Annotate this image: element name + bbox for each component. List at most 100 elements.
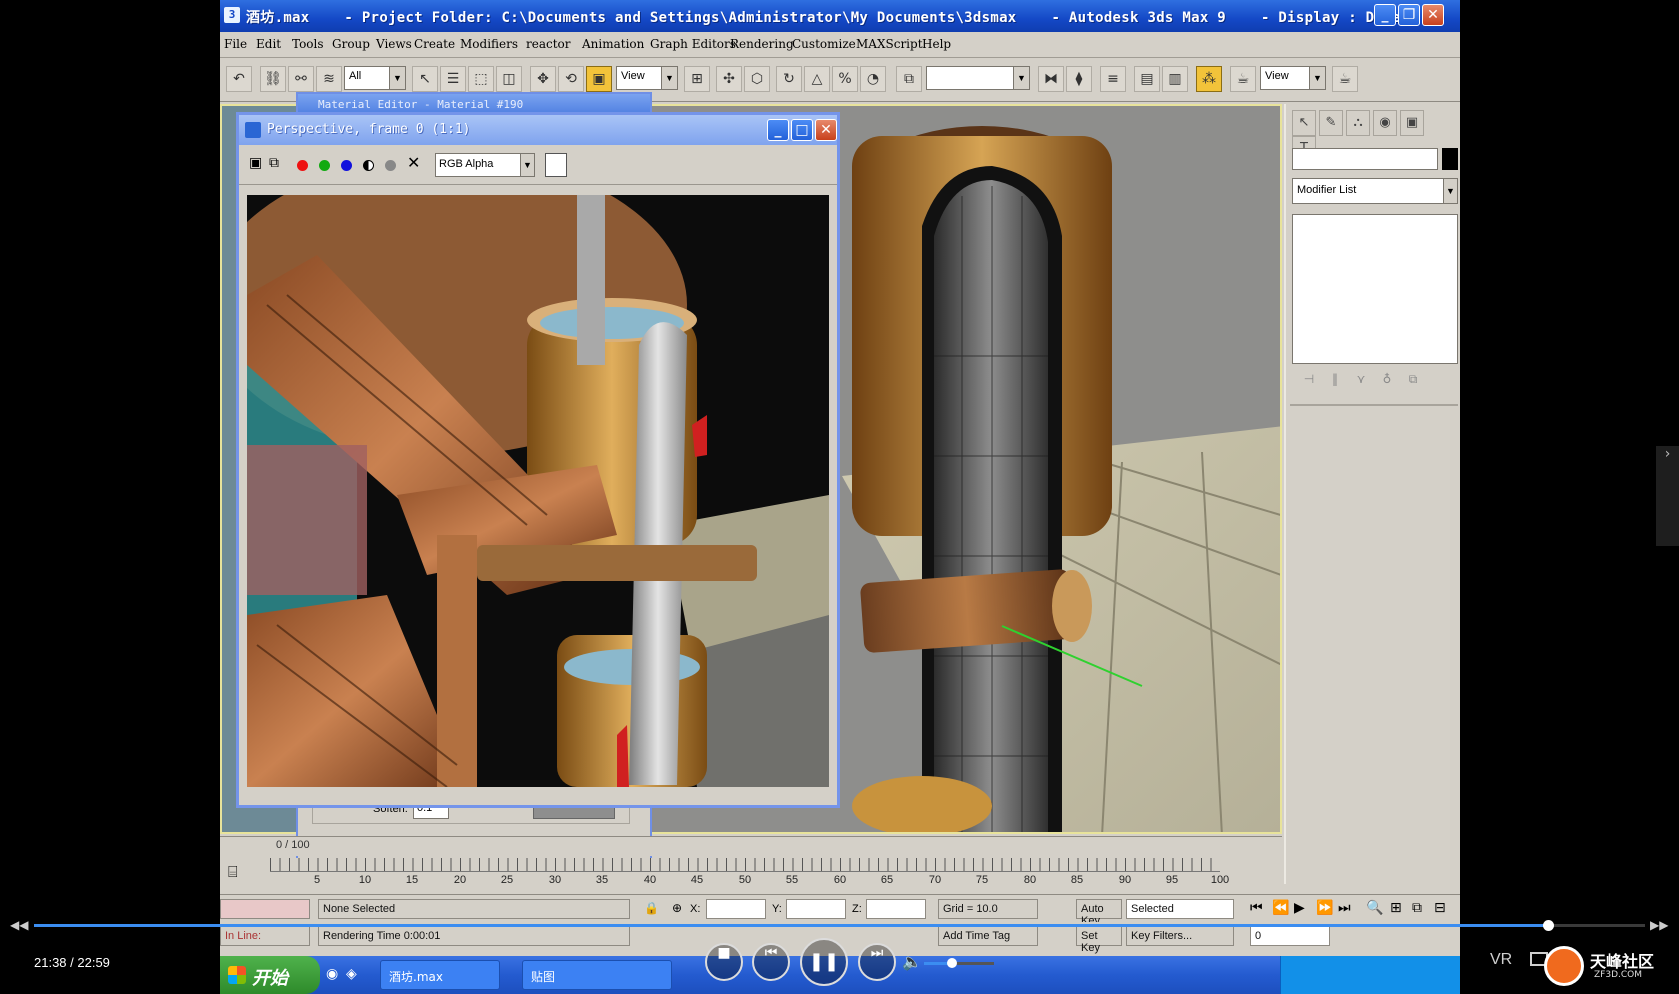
volume-icon[interactable]: 🔈	[902, 952, 922, 971]
menu-reactor[interactable]: reactor	[526, 37, 571, 51]
close-button[interactable]: ✕	[815, 119, 837, 141]
save-bitmap-icon[interactable]: ▣	[249, 155, 262, 171]
rewind-icon[interactable]: ◀◀	[10, 918, 28, 932]
menu-group[interactable]: Group	[332, 37, 370, 51]
select-link-icon[interactable]: ⛓	[260, 66, 286, 92]
x-coordinate-field[interactable]	[706, 899, 766, 919]
pivot-center-icon[interactable]: ⊞	[684, 66, 710, 92]
minimize-button[interactable]: _	[767, 119, 789, 141]
named-selection-dropdown[interactable]: ▼	[926, 66, 1030, 90]
window-crossing-icon[interactable]: ◫	[496, 66, 522, 92]
edit-named-selection-icon[interactable]: ⧉	[896, 66, 922, 92]
rendered-frame-window[interactable]: Perspective, frame 0 (1:1) _ □ ✕ ▣ ⧉ ✕ R…	[236, 112, 840, 808]
menu-maxscript[interactable]: MAXScript	[856, 37, 923, 51]
curve-editor-icon[interactable]: ▤	[1134, 66, 1160, 92]
restore-button[interactable]: ❐	[1398, 4, 1420, 26]
seek-bar-knob[interactable]	[1543, 920, 1555, 931]
display-tab-icon[interactable]: ▣	[1400, 110, 1424, 136]
render-type-dropdown[interactable]: View ▼	[1260, 66, 1326, 90]
mirror-icon[interactable]: ⧓	[1038, 66, 1064, 92]
quicklaunch-icon[interactable]: ◉	[326, 966, 338, 982]
remove-modifier-icon[interactable]: ♁	[1374, 372, 1400, 386]
go-to-end-icon[interactable]: ⏭	[1338, 900, 1351, 916]
spinner-snap-icon[interactable]: ◔	[860, 66, 886, 92]
side-panel-toggle[interactable]: ›	[1656, 446, 1679, 546]
move-icon[interactable]: ✥	[530, 66, 556, 92]
maximize-button[interactable]: □	[791, 119, 813, 141]
vr-button[interactable]: VR	[1490, 951, 1512, 969]
angle-snap-icon[interactable]: △	[804, 66, 830, 92]
lock-selection-icon[interactable]: 🔒	[644, 901, 659, 915]
pin-stack-icon[interactable]: ⊣	[1296, 372, 1322, 386]
volume-knob[interactable]	[947, 958, 957, 968]
monochrome-icon[interactable]	[385, 160, 396, 171]
menu-animation[interactable]: Animation	[582, 37, 644, 51]
bind-space-warp-icon[interactable]: ≋	[316, 66, 342, 92]
add-time-tag-button[interactable]: Add Time Tag	[938, 926, 1038, 946]
menu-tools[interactable]: Tools	[292, 37, 324, 51]
current-frame-field[interactable]: 0	[1250, 926, 1330, 946]
taskbar-item-folder[interactable]: 贴图	[522, 960, 672, 990]
zoom-extents-all-icon[interactable]: ⊟	[1434, 900, 1446, 916]
percent-snap-icon[interactable]: %	[832, 66, 858, 92]
quicklaunch-icon[interactable]: ◈	[346, 966, 357, 982]
create-tab-icon[interactable]: ↖	[1292, 110, 1316, 136]
next-frame-icon[interactable]: ⏩	[1316, 900, 1333, 916]
zoom-extents-icon[interactable]: ⧉	[1412, 900, 1422, 916]
rotate-icon[interactable]: ⟲	[558, 66, 584, 92]
unlink-icon[interactable]: ⚯	[288, 66, 314, 92]
show-end-result-icon[interactable]: ‖	[1322, 372, 1348, 386]
pause-button[interactable]: ❚❚	[800, 938, 848, 986]
modify-tab-icon[interactable]: ✎	[1319, 110, 1343, 136]
menu-help[interactable]: Help	[922, 37, 951, 51]
play-icon[interactable]: ▶	[1294, 900, 1305, 916]
stop-button[interactable]: ■	[705, 943, 743, 981]
seek-bar[interactable]	[34, 920, 1645, 931]
set-key-button[interactable]: Set Key	[1076, 926, 1122, 954]
maxscript-mini-listener[interactable]	[220, 899, 310, 919]
align-icon[interactable]: ⧫	[1066, 66, 1092, 92]
menu-create[interactable]: Create	[414, 37, 455, 51]
pixel-color-swatch[interactable]	[545, 153, 567, 177]
menu-modifiers[interactable]: Modifiers	[460, 37, 518, 51]
alpha-channel-icon[interactable]	[363, 160, 374, 171]
rectangular-selection-icon[interactable]: ⬚	[468, 66, 494, 92]
select-by-name-icon[interactable]: ☰	[440, 66, 466, 92]
object-name-field[interactable]	[1292, 148, 1438, 170]
motion-tab-icon[interactable]: ◉	[1373, 110, 1397, 136]
render-scene-icon[interactable]: ☕	[1230, 66, 1256, 92]
modifier-list-dropdown[interactable]: Modifier List ▼	[1292, 178, 1458, 204]
time-slider[interactable]: 0 / 100	[220, 836, 1282, 856]
start-button[interactable]: 开始	[220, 956, 320, 994]
menu-rendering[interactable]: Rendering	[730, 37, 794, 51]
fast-forward-icon[interactable]: ▶▶	[1650, 918, 1668, 932]
configure-modifier-sets-icon[interactable]: ⧉	[1400, 372, 1426, 387]
snap-toggle-icon[interactable]: ↻	[776, 66, 802, 92]
quick-render-icon[interactable]: ☕	[1332, 66, 1358, 92]
selection-filter-dropdown[interactable]: All ▼	[344, 66, 406, 90]
minimize-button[interactable]: _	[1374, 4, 1396, 26]
select-manipulate-icon[interactable]: ✣	[716, 66, 742, 92]
zoom-all-icon[interactable]: ⊞	[1390, 900, 1402, 916]
y-coordinate-field[interactable]	[786, 899, 846, 919]
modifier-stack[interactable]	[1292, 214, 1458, 364]
layer-manager-icon[interactable]: ≡	[1100, 66, 1126, 92]
volume-slider[interactable]	[924, 958, 994, 968]
curve-editor-mini-icon[interactable]: ⌸	[228, 862, 238, 882]
keyboard-shortcut-icon[interactable]: ⬡	[744, 66, 770, 92]
go-to-start-icon[interactable]: ⏮	[1250, 900, 1263, 916]
undo-icon[interactable]: ↶	[226, 66, 252, 92]
menu-customize[interactable]: Customize	[792, 37, 856, 51]
green-channel-icon[interactable]	[319, 160, 330, 171]
previous-button[interactable]: ⏮	[752, 943, 790, 981]
schematic-view-icon[interactable]: ▥	[1162, 66, 1188, 92]
key-filters-button[interactable]: Key Filters...	[1126, 926, 1234, 946]
next-button[interactable]: ⏭	[858, 943, 896, 981]
material-editor-icon[interactable]: ⁂	[1196, 66, 1222, 92]
absolute-mode-icon[interactable]: ⊕	[672, 901, 682, 915]
taskbar-item-max[interactable]: 酒坊.max	[380, 960, 500, 990]
hierarchy-tab-icon[interactable]: ⛬	[1346, 110, 1370, 136]
object-color-swatch[interactable]	[1442, 148, 1458, 170]
close-button[interactable]: ✕	[1422, 4, 1444, 26]
menu-graph-editors[interactable]: Graph Editors	[650, 37, 736, 51]
